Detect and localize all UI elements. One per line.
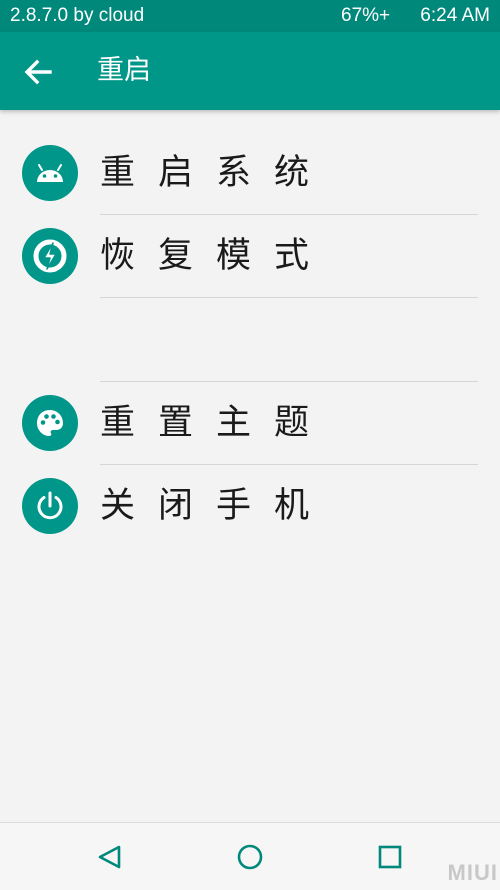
palette-icon-circle — [22, 395, 78, 451]
arrow-left-icon — [24, 59, 52, 85]
menu-item-label: 恢复模式 — [100, 236, 333, 276]
menu-item-label: 关闭手机 — [100, 486, 333, 526]
app-bar: 重启 — [0, 32, 500, 110]
nav-back-button[interactable] — [90, 837, 130, 877]
recovery-icon-circle — [22, 228, 78, 284]
nav-home-button[interactable] — [230, 837, 270, 877]
menu-item-reset-theme[interactable]: 重置主题 — [0, 382, 500, 465]
menu-item-label: 重启系统 — [100, 153, 333, 193]
menu-item-label: 重置主题 — [100, 403, 333, 443]
power-icon-circle — [22, 478, 78, 534]
triangle-back-icon — [98, 845, 121, 869]
menu-item-reboot-system[interactable]: 重启系统 — [0, 132, 500, 215]
android-icon — [37, 164, 63, 182]
android-icon-circle — [22, 145, 78, 201]
palette-icon — [37, 410, 63, 436]
clock: 6:24 AM — [420, 5, 490, 26]
miui-watermark: MIUI — [447, 860, 498, 885]
page-title: 重启 — [97, 55, 151, 86]
menu-item-power-off[interactable]: 关闭手机 — [0, 465, 500, 548]
power-icon — [37, 491, 63, 520]
status-bar: 2.8.7.0 by cloud 67%+ 6:24 AM — [0, 0, 500, 32]
twrp-recovery-icon — [33, 239, 67, 273]
navigation-bar: MIUI — [0, 822, 500, 890]
status-left-text: 2.8.7.0 by cloud — [10, 5, 145, 26]
square-recents-icon — [378, 845, 402, 869]
battery-level: 67%+ — [341, 5, 391, 26]
circle-home-icon — [237, 844, 263, 870]
nav-recents-button[interactable] — [370, 837, 410, 877]
menu-item-recovery-mode[interactable]: 恢复模式 — [0, 215, 500, 298]
divider — [100, 297, 478, 298]
back-button[interactable] — [20, 54, 56, 90]
